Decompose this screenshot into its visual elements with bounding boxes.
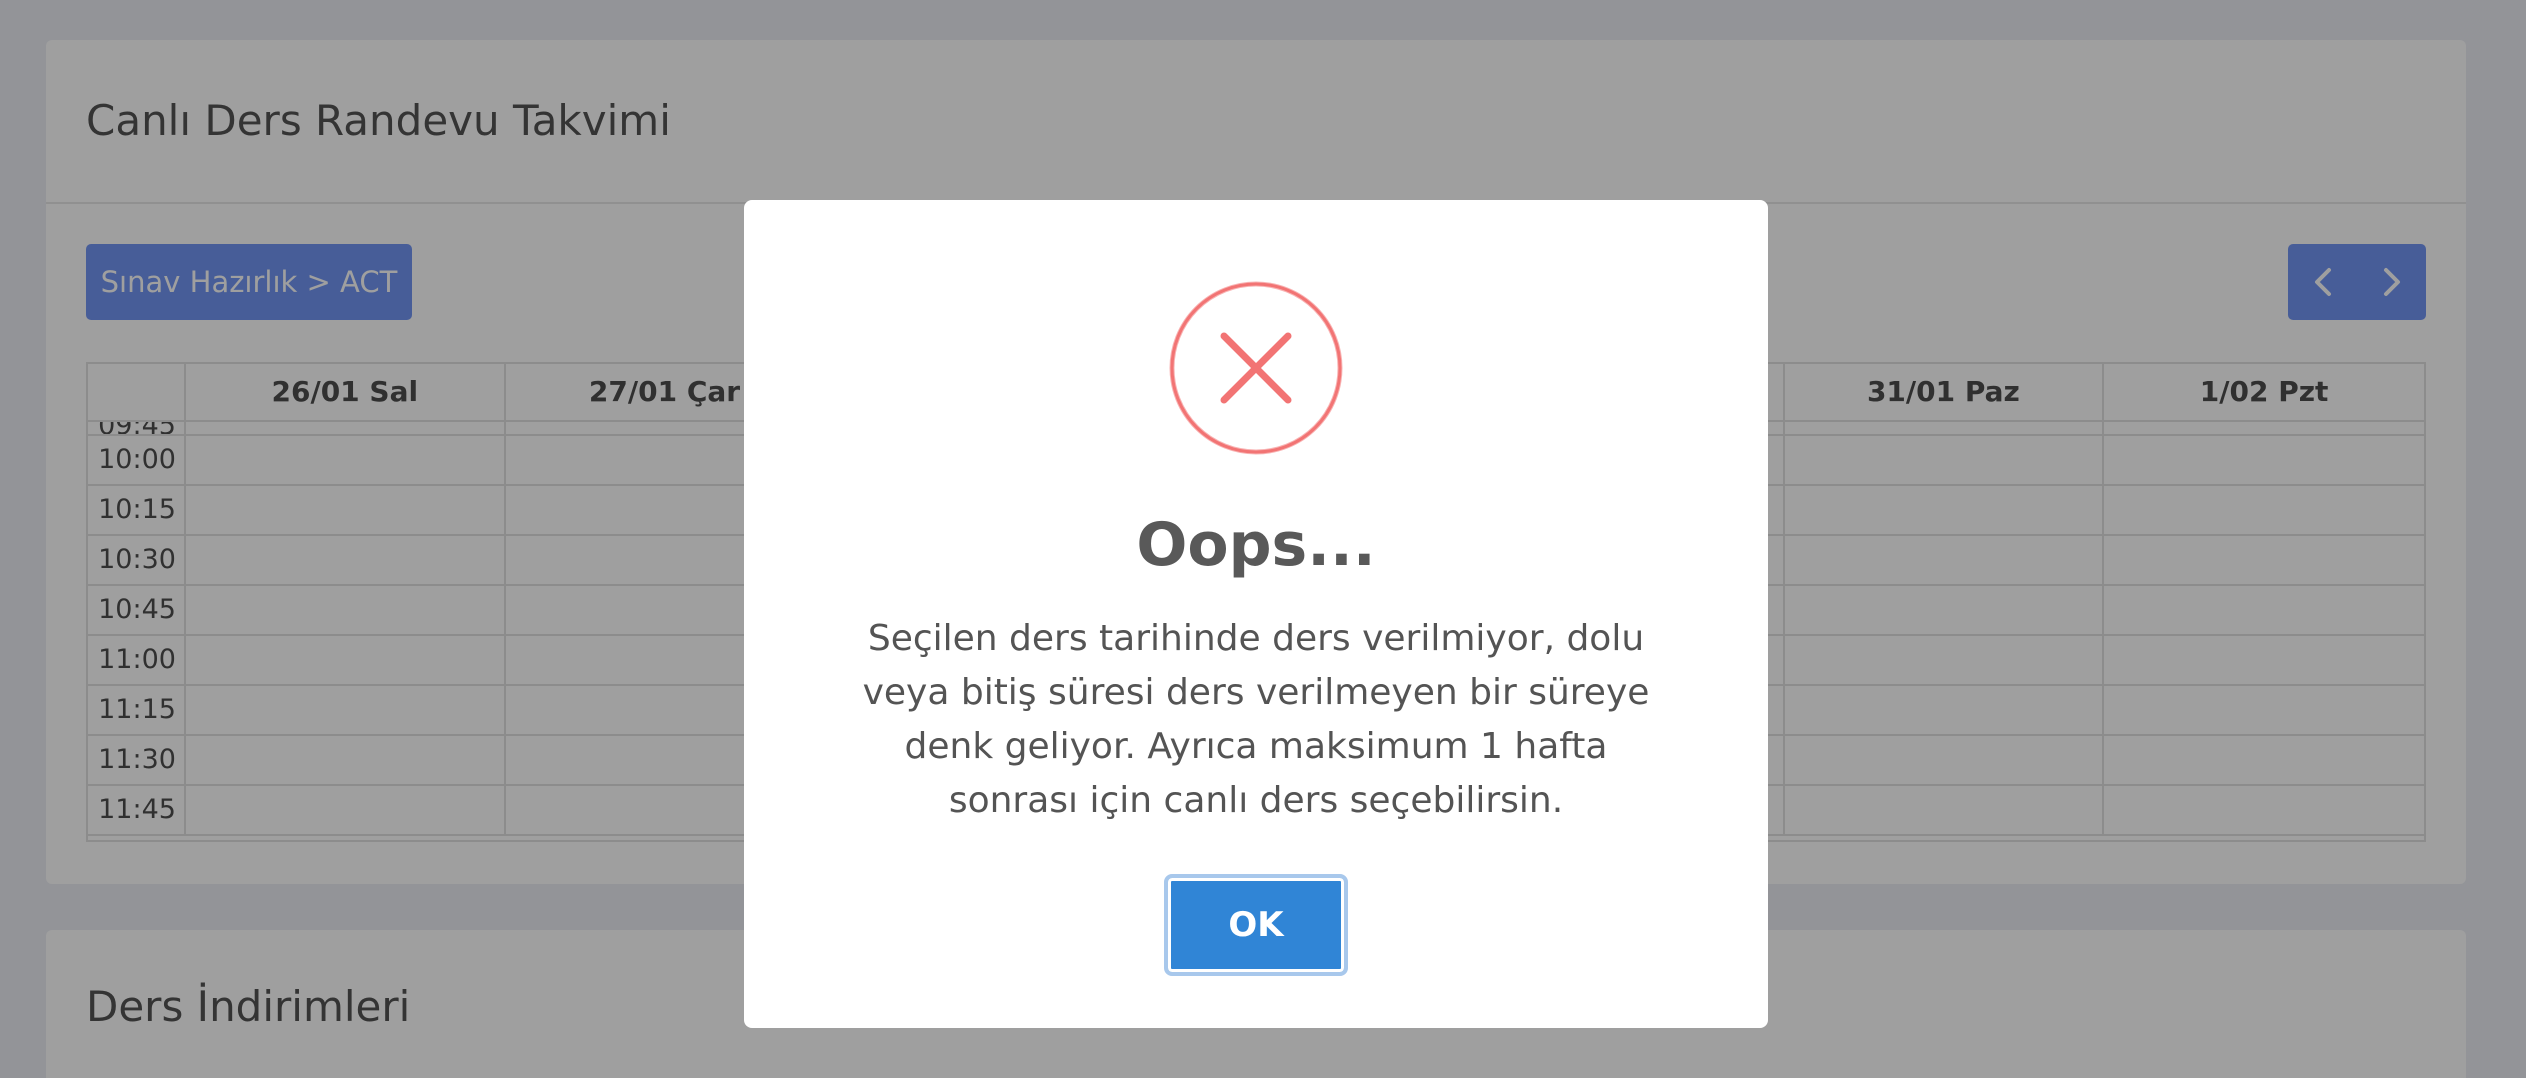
- error-x-icon: [1169, 281, 1343, 455]
- dialog-message: Seçilen ders tarihinde ders verilmiyor, …: [862, 618, 1650, 821]
- error-dialog: Oops... Seçilen ders tarihinde ders veri…: [744, 200, 1768, 1028]
- dialog-title: Oops...: [1136, 510, 1376, 580]
- page: Canlı Ders Randevu Takvimi Sınav Hazırlı…: [0, 0, 2526, 1078]
- ok-button[interactable]: OK: [1164, 874, 1348, 976]
